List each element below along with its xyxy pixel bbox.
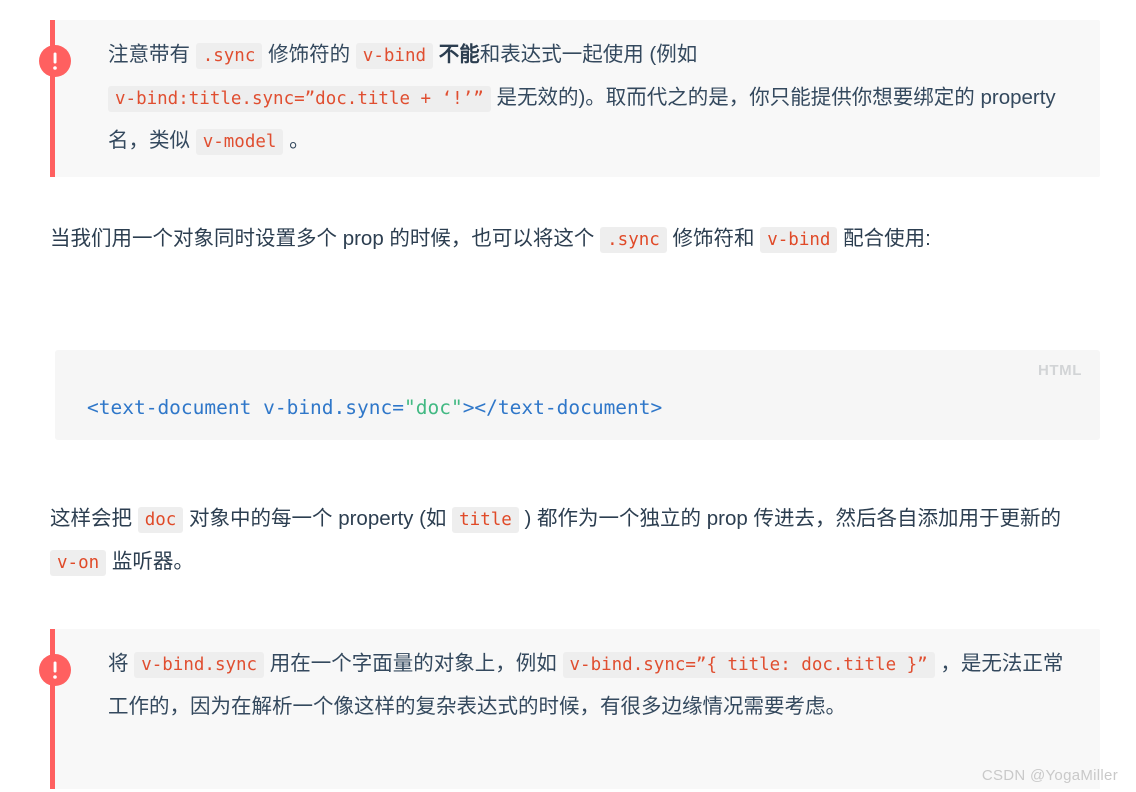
warning-exclamation-icon [39,654,71,686]
documentation-page: 注意带有 .sync 修饰符的 v-bind 不能和表达式一起使用 (例如 v-… [0,0,1136,792]
code-language-label: HTML [1037,362,1082,379]
inline-code-chip: doc [137,507,184,533]
inline-code-chip: v-bind [355,43,434,69]
inline-code-chip: v-bind [760,227,838,253]
callout-accent-bar [50,20,55,177]
inline-code-chip: .sync [195,43,263,69]
paragraph-doc-properties: 这样会把 doc 对象中的每一个 property (如 title ) 都作为… [50,498,1090,584]
callout-bottom-text: 将 v-bind.sync 用在一个字面量的对象上，例如 v-bind.sync… [108,652,1064,718]
code-block-html: HTML <text-document v-bind.sync="doc"></… [55,350,1100,440]
inline-code-chip: title [452,507,519,533]
inline-code-chip: v-bind:title.sync=”doc.title + ‘!’” [108,86,491,112]
inline-code-chip: .sync [600,227,667,253]
callout-accent-bar [50,629,55,789]
emphasis-text: 不能 [438,43,480,66]
inline-code-chip: v-model [195,129,284,155]
warning-callout-top: 注意带有 .sync 修饰符的 v-bind 不能和表达式一起使用 (例如 v-… [39,20,1100,177]
code-token-tag: <text-document v-bind.sync= [87,396,404,419]
paragraph-multiple-props: 当我们用一个对象同时设置多个 prop 的时候，也可以将这个 .sync 修饰符… [50,218,1090,261]
code-token-string: "doc" [403,396,463,419]
inline-code-chip: v-on [50,550,107,576]
code-token-tag: ></text-document> [462,396,663,419]
inline-code-chip: v-bind.sync=”{ title: doc.title }” [562,652,935,678]
csdn-watermark: CSDN @YogaMiller [981,767,1118,784]
inline-code-chip: v-bind.sync [134,652,265,678]
callout-top-text: 注意带有 .sync 修饰符的 v-bind 不能和表达式一起使用 (例如 v-… [108,34,1082,163]
warning-callout-bottom: 将 v-bind.sync 用在一个字面量的对象上，例如 v-bind.sync… [39,629,1100,789]
warning-exclamation-icon [39,45,71,77]
code-block-content[interactable]: <text-document v-bind.sync="doc"></text-… [55,350,1100,422]
